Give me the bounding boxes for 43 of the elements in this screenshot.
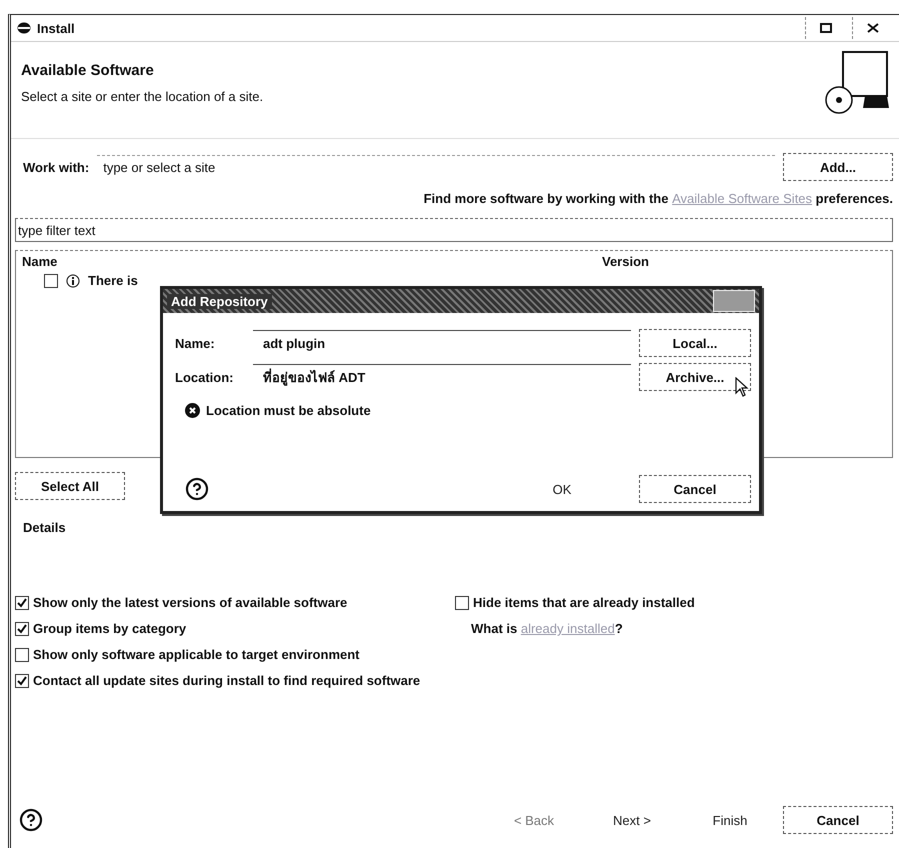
browse-button[interactable]: Local... (639, 329, 751, 357)
maximize-icon (820, 23, 832, 33)
filter-field[interactable]: type filter text (15, 218, 893, 242)
add-button[interactable]: Add... (783, 153, 893, 181)
column-header[interactable]: Version (596, 251, 655, 269)
app-icon (17, 22, 31, 34)
cancel-button[interactable]: Cancel (783, 806, 893, 834)
option-label: Show only the latest versions of available software (33, 595, 348, 610)
error-icon (185, 403, 200, 418)
option-label: Group items by category (33, 621, 186, 636)
work-with-label: Work with: (23, 160, 90, 174)
page-title: Available Software (21, 62, 155, 79)
info-icon (66, 274, 80, 288)
checkbox[interactable] (455, 596, 469, 610)
field-label: Name: (175, 336, 216, 350)
help-icon[interactable] (19, 808, 43, 832)
option-label: Show only software applicable to target environment (33, 647, 360, 662)
mouse-pointer-icon (735, 377, 749, 397)
field-label: Location: (175, 370, 234, 384)
option-label: Hide items that are already installed (473, 595, 695, 610)
dialog-title: Add Repository (167, 294, 272, 308)
error-message: Location must be absolute (206, 403, 371, 418)
site-combo-field[interactable]: type or select a site (97, 154, 775, 180)
row-text: There is (88, 273, 138, 288)
page-subtitle: Select a site or enter the location of a site. (21, 89, 264, 104)
checkbox[interactable] (15, 674, 29, 688)
checkbox[interactable] (15, 596, 29, 610)
details-label: Details (23, 520, 67, 535)
find-more-text: Find more software by working with the Available Software Sites preferences. (424, 191, 893, 206)
window-title: Install (37, 20, 76, 36)
checkbox[interactable] (15, 648, 29, 662)
dialog-cancel-button[interactable]: Cancel (639, 475, 751, 503)
text-field[interactable]: adt plugin (253, 330, 631, 356)
select-all-button[interactable]: Select All (15, 472, 125, 500)
browse-button[interactable]: Archive... (639, 363, 751, 391)
help-icon[interactable] (185, 477, 209, 501)
column-header[interactable]: Name (16, 251, 588, 269)
checkbox[interactable] (44, 274, 58, 288)
text-field[interactable]: ที่อยู่ของไฟล์ ADT (253, 364, 631, 390)
option-label: Contact all update sites during install to find required software (33, 673, 420, 688)
checkbox[interactable] (15, 622, 29, 636)
close-icon (867, 23, 879, 33)
installed-note: What is already installed? (471, 621, 624, 636)
